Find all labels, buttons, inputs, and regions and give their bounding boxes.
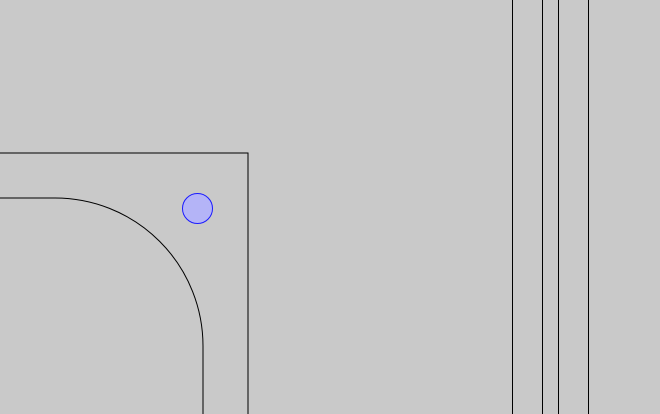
outer-frame-outline[interactable]: [0, 152, 249, 414]
drawing-canvas[interactable]: [0, 0, 660, 414]
cad-scene[interactable]: [0, 0, 660, 414]
selection-marker-circle[interactable]: [182, 193, 213, 224]
inner-rounded-corner-outline[interactable]: [0, 197, 204, 414]
